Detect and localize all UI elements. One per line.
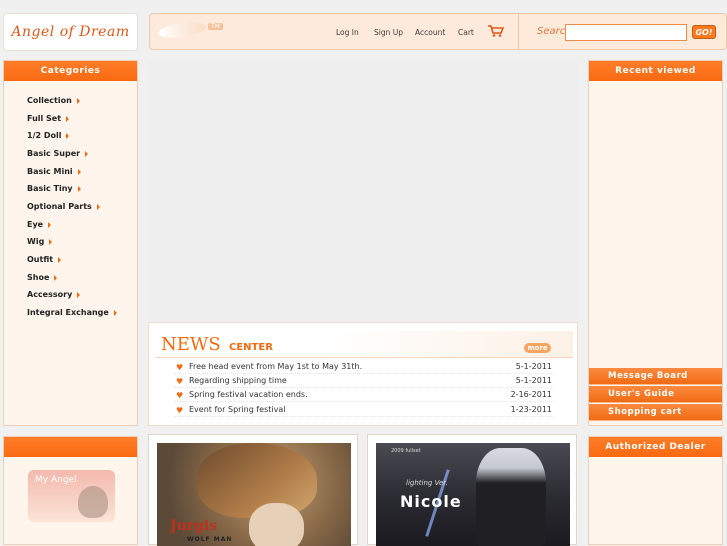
category-accessory[interactable]: Accessory [27, 290, 81, 299]
my-angel-banner[interactable]: My Angel [28, 470, 115, 522]
news-item-text: Event for Spring festival [189, 405, 286, 414]
arrow-right-icon [48, 221, 52, 228]
authorized-dealer-header: Authorized Dealer [589, 437, 722, 457]
news-item-date: 1-23-2011 [510, 405, 552, 414]
category-collection[interactable]: Collection [27, 96, 80, 105]
category-label: Shoe [27, 273, 50, 282]
main-banner-area [148, 60, 578, 322]
category-outfit[interactable]: Outfit [27, 255, 62, 264]
product-caption: lighting Ver. [406, 479, 448, 487]
arrow-right-icon [77, 168, 81, 175]
my-angel-label: My Angel [35, 475, 77, 485]
category-label: Full Set [27, 114, 62, 123]
category-label: Collection [27, 96, 72, 105]
recent-viewed-header: Recent viewed [589, 61, 722, 81]
top-nav-bar: TM Log In Sign Up Account Cart Search GO… [149, 13, 727, 50]
news-item[interactable]: ♥ Free head event from May 1st to May 31… [174, 360, 554, 374]
category-label: Wig [27, 237, 45, 246]
heart-bullet-icon: ♥ [176, 377, 184, 386]
trademark-badge: TM [208, 23, 223, 30]
category-label: Basic Mini [27, 167, 73, 176]
search-go-button[interactable]: GO! [692, 25, 716, 39]
news-title: NEWS [161, 334, 221, 355]
news-item-date: 2-16-2011 [510, 390, 552, 399]
category-label: Eye [27, 220, 44, 229]
shopping-cart-link[interactable]: Shopping cart [589, 404, 722, 421]
news-item-text: Free head event from May 1st to May 31th… [189, 362, 363, 371]
arrow-right-icon [66, 115, 70, 122]
cart-link[interactable]: Cart [458, 28, 474, 37]
category-label: Integral Exchange [27, 308, 109, 317]
signup-link[interactable]: Sign Up [374, 28, 403, 37]
category-half-doll[interactable]: 1/2 Doll [27, 131, 70, 140]
topbar-divider [518, 14, 519, 49]
news-item[interactable]: ♥ Event for Spring festival 1-23-2011 [174, 403, 554, 417]
category-integral-exchange[interactable]: Integral Exchange [27, 308, 117, 317]
doll-figure-shape [476, 448, 546, 546]
arrow-right-icon [113, 309, 117, 316]
doll-face-shape [249, 503, 304, 546]
news-more-button[interactable]: more [524, 343, 551, 353]
product-name: Nicole [400, 492, 462, 511]
category-label: Basic Tiny [27, 184, 73, 193]
arrow-right-icon [77, 185, 81, 192]
product-card[interactable]: Jurgis WOLF MAN [148, 434, 358, 546]
product-image[interactable]: 2009 fullset lighting Ver. Nicole [376, 443, 570, 546]
category-wig[interactable]: Wig [27, 237, 53, 246]
category-label: Optional Parts [27, 202, 92, 211]
category-optional-parts[interactable]: Optional Parts [27, 202, 100, 211]
category-full-set[interactable]: Full Set [27, 114, 70, 123]
arrow-right-icon [54, 274, 58, 281]
category-basic-super[interactable]: Basic Super [27, 149, 89, 158]
message-board-link[interactable]: Message Board [589, 368, 722, 385]
arrow-right-icon [77, 291, 81, 298]
news-item[interactable]: ♥ Regarding shipping time 5-1-2011 [174, 374, 554, 388]
news-center-panel: NEWS CENTER more ♥ Free head event from … [148, 322, 578, 426]
search-input[interactable] [565, 24, 687, 41]
news-item-text: Regarding shipping time [189, 376, 287, 385]
news-item[interactable]: ♥ Spring festival vacation ends. 2-16-20… [174, 388, 554, 402]
arrow-right-icon [58, 256, 62, 263]
heart-bullet-icon: ♥ [176, 363, 184, 372]
heart-bullet-icon: ♥ [176, 406, 184, 415]
authorized-dealer-panel: Authorized Dealer [588, 436, 723, 545]
category-shoe[interactable]: Shoe [27, 273, 58, 282]
heart-bullet-icon: ♥ [176, 391, 184, 400]
categories-header: Categories [4, 61, 137, 81]
arrow-right-icon [76, 97, 80, 104]
doll-illustration-icon [78, 486, 108, 518]
category-label: Basic Super [27, 149, 81, 158]
arrow-right-icon [66, 132, 70, 139]
logo-text: Angel of Dream [11, 24, 130, 40]
cart-icon[interactable] [488, 25, 504, 37]
news-item-date: 5-1-2011 [515, 376, 552, 385]
category-basic-tiny[interactable]: Basic Tiny [27, 184, 81, 193]
product-name: Jurgis [170, 518, 218, 534]
product-card[interactable]: 2009 fullset lighting Ver. Nicole [367, 434, 577, 546]
doll-hair-shape [197, 443, 317, 518]
users-guide-link[interactable]: User's Guide [589, 386, 722, 403]
product-image[interactable]: Jurgis WOLF MAN [157, 443, 351, 546]
category-label: Outfit [27, 255, 54, 264]
category-basic-mini[interactable]: Basic Mini [27, 167, 81, 176]
my-angel-header [4, 437, 137, 457]
category-label: 1/2 Doll [27, 131, 62, 140]
product-subtitle: WOLF MAN [187, 536, 233, 543]
news-item-text: Spring festival vacation ends. [189, 390, 308, 399]
category-eye[interactable]: Eye [27, 220, 52, 229]
site-logo[interactable]: Angel of Dream [3, 13, 138, 51]
product-tag: 2009 fullset [391, 448, 421, 454]
feather-logo-icon [157, 19, 207, 41]
news-item-date: 5-1-2011 [515, 362, 552, 371]
recent-viewed-panel: Recent viewed Message Board User's Guide… [588, 60, 723, 426]
my-angel-panel: My Angel [3, 436, 138, 545]
arrow-right-icon [96, 203, 100, 210]
account-link[interactable]: Account [415, 28, 445, 37]
categories-panel: Categories Collection Full Set 1/2 Doll … [3, 60, 138, 426]
category-label: Accessory [27, 290, 73, 299]
news-subtitle: CENTER [229, 342, 273, 353]
arrow-right-icon [49, 238, 53, 245]
arrow-right-icon [85, 150, 89, 157]
login-link[interactable]: Log In [336, 28, 359, 37]
